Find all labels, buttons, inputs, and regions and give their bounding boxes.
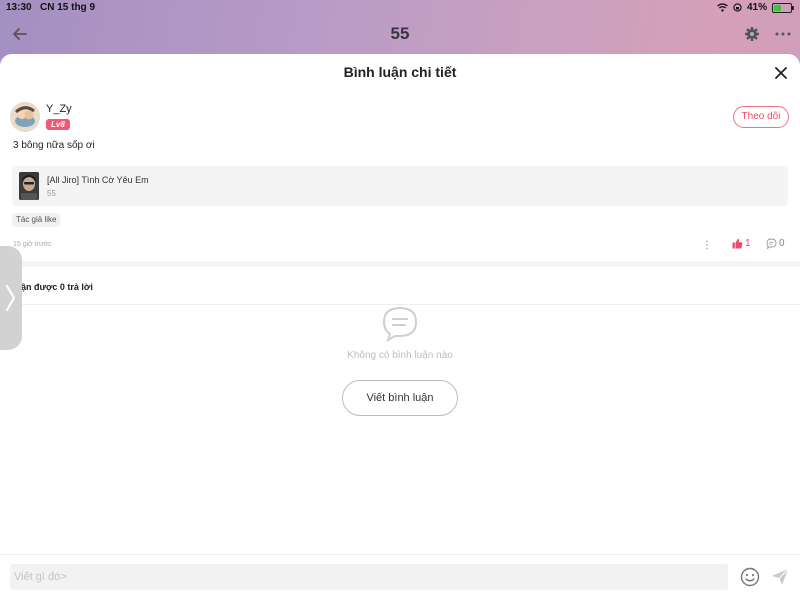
chat-empty-icon <box>382 306 418 342</box>
author-like-tag: Tác giả like <box>12 213 61 227</box>
sheet-header: Bình luận chi tiết <box>0 54 800 92</box>
comment-timestamp: 15 giờ trước <box>13 241 52 248</box>
gear-icon[interactable] <box>744 26 760 42</box>
battery-icon <box>772 2 794 13</box>
battery-percent: 41% <box>746 2 767 13</box>
status-time: 13:30 <box>6 2 32 13</box>
comment-bubble-icon <box>766 238 777 249</box>
follow-button[interactable]: Theo dõi <box>733 106 789 128</box>
story-subtitle: 55 <box>47 189 56 198</box>
status-date: CN 15 thg 9 <box>40 2 96 13</box>
empty-state-text: Không có bình luận nào <box>347 350 453 361</box>
lock-rotation-icon <box>733 3 742 12</box>
username[interactable]: Y_Zy <box>46 103 72 115</box>
status-right-group: 41% <box>717 2 794 13</box>
story-thumbnail <box>19 172 39 200</box>
reply-button[interactable]: 0 <box>766 238 785 249</box>
page-title: 55 <box>390 24 410 43</box>
level-badge: Lv8 <box>46 119 70 130</box>
close-icon[interactable] <box>775 67 787 79</box>
emoji-icon[interactable] <box>740 567 760 587</box>
status-bar: 13:30 CN 15 thg 9 41% <box>0 0 800 16</box>
wifi-icon <box>717 3 728 12</box>
comment-text: 3 bông nữa sốp ơi <box>13 140 95 151</box>
comment-detail-sheet: Bình luận chi tiết Y_Zy Lv8 Theo dõi 3 b… <box>0 54 800 600</box>
comment-author-row: Y_Zy Lv8 Theo dõi <box>10 100 790 134</box>
write-comment-button[interactable]: Viết bình luận <box>342 380 458 416</box>
sheet-title: Bình luận chi tiết <box>343 64 457 80</box>
reply-count: 0 <box>779 238 785 249</box>
like-count: 1 <box>745 238 751 249</box>
more-horizontal-icon[interactable] <box>774 26 792 42</box>
composer-divider <box>0 554 800 555</box>
section-divider <box>0 261 800 267</box>
story-title: [All Jiro] Tình Cờ Yêu Em <box>47 175 149 185</box>
replies-divider <box>0 304 800 305</box>
battery-fill <box>774 4 781 11</box>
send-icon[interactable] <box>770 567 790 587</box>
avatar[interactable] <box>10 102 40 132</box>
like-button[interactable]: 1 <box>732 238 751 249</box>
side-drawer-handle[interactable] <box>0 246 22 350</box>
chevron-right-icon <box>5 284 16 312</box>
thumbs-up-icon <box>732 238 743 249</box>
more-vertical-icon[interactable] <box>704 240 710 250</box>
story-card[interactable]: [All Jiro] Tình Cờ Yêu Em 55 <box>12 166 788 206</box>
comment-input[interactable] <box>10 564 728 590</box>
top-nav: 55 <box>0 16 800 54</box>
